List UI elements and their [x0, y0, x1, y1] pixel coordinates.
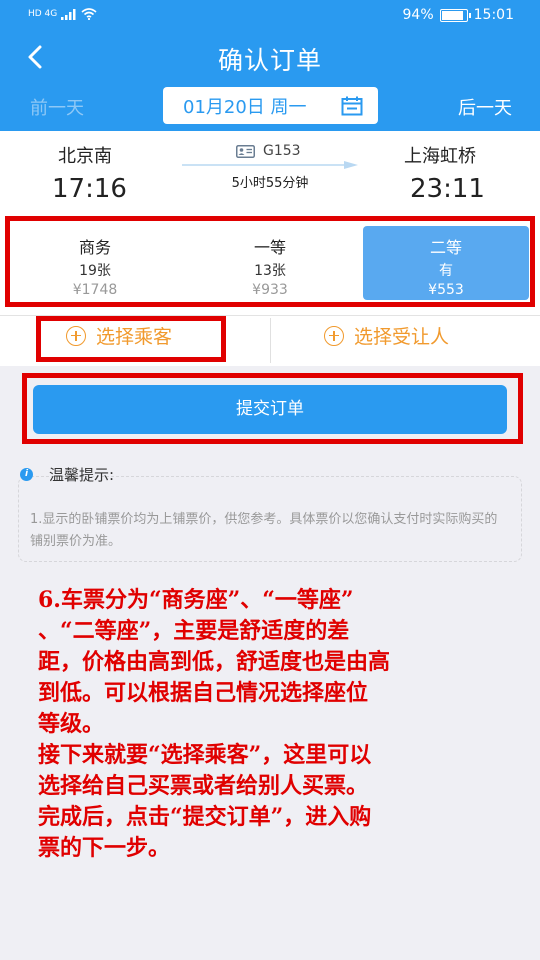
status-bar: HD 4G 94% 15:01	[0, 0, 540, 32]
signal-indicators: HD 4G	[28, 8, 97, 20]
annotation-text: 6.车票分为“商务座”、“一等座” 、“二等座”，主要是舒适度的差 距，价格由高…	[38, 585, 508, 864]
arrival-time: 23:11	[410, 174, 485, 204]
annotation-line: 接下来就要“选择乘客”，这里可以	[38, 742, 372, 768]
prev-day-button[interactable]: 前一天	[30, 94, 84, 120]
id-card-icon	[236, 144, 255, 158]
battery-icon	[439, 8, 471, 22]
tips-header: i 温馨提示:	[20, 464, 114, 485]
select-beneficiary-label: 选择受让人	[354, 326, 450, 348]
annotation-line: 完成后，点击“提交订单”，进入购	[38, 804, 372, 830]
header-bar: HD 4G 94% 15:01 确认订单 前一天 01月20日 周一 后一天	[0, 0, 540, 131]
date-label: 01月20日 周一	[183, 96, 307, 118]
annotation-line: 选择给自己买票或者给别人买票。	[38, 773, 369, 799]
date-selector[interactable]: 01月20日 周一	[163, 87, 378, 124]
highlight-box-submit	[22, 373, 523, 444]
highlight-box-passenger	[36, 316, 226, 362]
tips-text: 1.显示的卧铺票价均为上铺票价，供您参考。具体票价以您确认支付时实际购买的铺别票…	[30, 512, 498, 549]
annotation-line: 、“二等座”，主要是舒适度的差	[38, 618, 350, 644]
divider	[270, 318, 271, 363]
status-right: 94% 15:01	[403, 7, 514, 23]
network-label: HD 4G	[28, 9, 58, 19]
select-beneficiary-button[interactable]: 选择受让人	[324, 322, 449, 349]
train-number-label: G153	[263, 143, 301, 159]
tips-title: 温馨提示:	[49, 466, 115, 484]
departure-station: 北京南	[58, 146, 112, 167]
annotation-line: 6.车票分为“商务座”、“一等座”	[38, 587, 354, 613]
calendar-icon	[341, 96, 363, 116]
annotation-line: 等级。	[38, 711, 105, 737]
arrival-station: 上海虹桥	[404, 146, 476, 167]
next-day-button[interactable]: 后一天	[458, 94, 512, 120]
annotation-line: 距，价格由高到低，舒适度也是由高	[38, 649, 391, 675]
page-title: 确认订单	[217, 46, 322, 75]
route-arrow-icon	[182, 161, 358, 169]
add-circle-icon	[324, 325, 344, 346]
wifi-icon	[81, 8, 97, 20]
annotation-line: 到低。可以根据自己情况选择座位	[38, 680, 369, 706]
battery-percent: 94%	[402, 7, 434, 23]
highlight-box-seats	[5, 216, 535, 307]
info-icon: i	[20, 468, 33, 481]
train-number[interactable]: G153	[236, 143, 301, 159]
clock: 15:01	[473, 7, 514, 23]
annotation-line: 票的下一步。	[38, 835, 171, 861]
signal-icon	[61, 8, 76, 20]
